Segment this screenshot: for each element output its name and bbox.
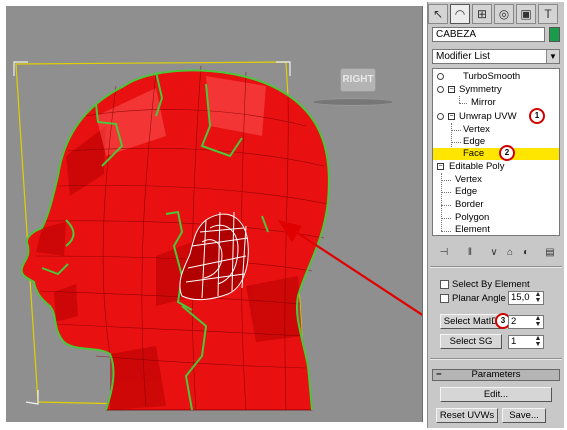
stack-item-label: Mirror [471, 97, 496, 108]
tree-line [441, 218, 451, 219]
pin-stack-icon[interactable]: ⊣ [436, 246, 452, 260]
stack-subitem-vertex[interactable]: Vertex [463, 124, 490, 136]
make-unique-icon[interactable]: ∨ [486, 246, 502, 260]
stack-item-label: TurboSmooth [463, 71, 521, 82]
command-panel-tabs: ↖ ◠ ⊞ ◎ ▣ T [428, 2, 564, 28]
stack-toolbar: ⊣ ‖ ∨ ⌂ ◐ ▤ [432, 244, 560, 262]
select-sg-button[interactable]: Select SG [440, 334, 502, 349]
stack-item-label: Vertex [455, 174, 482, 185]
max-workspace: RIGHT ↖ ◠ ⊞ ◎ ▣ T CABEZA Modifier List ▼… [0, 0, 567, 430]
remove-modifier-icon[interactable]: ⌂ [502, 246, 518, 260]
tree-line [441, 180, 451, 181]
collapse-icon[interactable]: − [448, 86, 455, 93]
utilities-tab-icon[interactable]: T [538, 4, 558, 24]
collapse-icon[interactable]: − [437, 163, 444, 170]
tree-line [441, 231, 451, 232]
tree-line [459, 103, 467, 104]
stack-subitem-element[interactable]: Element [455, 224, 490, 235]
stack-item-symmetry[interactable]: − Symmetry [433, 84, 559, 96]
create-tab-icon[interactable]: ↖ [428, 4, 448, 24]
head-shape [21, 70, 330, 411]
show-end-result-icon[interactable]: ‖ [462, 246, 478, 260]
motion-tab-icon[interactable]: ◎ [494, 4, 514, 24]
separator [430, 266, 562, 268]
matid-value: 2 [511, 316, 517, 327]
select-by-element-label: Select By Element [452, 279, 530, 290]
select-matid-button[interactable]: Select MatID [440, 314, 502, 329]
planar-angle-spinner[interactable]: 15,0 ▲ ▼ [508, 291, 544, 305]
tree-line [441, 205, 451, 206]
planar-angle-value: 15,0 [511, 292, 530, 303]
stack-item-label: Element [455, 224, 490, 235]
rollout-collapse-icon: − [436, 369, 442, 380]
matid-spinner[interactable]: 2 ▲ ▼ [508, 315, 544, 329]
collapse-icon[interactable]: − [448, 113, 455, 120]
tree-line [459, 96, 460, 103]
parameters-rollout-header[interactable]: − Parameters [432, 369, 560, 381]
lightbulb-icon[interactable] [437, 73, 444, 80]
stack-subitem-polygon[interactable]: Polygon [455, 212, 489, 224]
tree-line [441, 192, 451, 193]
stack-item-label: Edge [463, 136, 486, 147]
stack-item-label: Face [463, 148, 485, 159]
stack-subitem-edge[interactable]: Edge [455, 186, 477, 198]
stack-item-label: Polygon [455, 212, 490, 223]
callout-badge-1: 1 [529, 108, 545, 124]
spinner-arrows-icon[interactable]: ▲ ▼ [534, 315, 542, 328]
lightbulb-icon[interactable] [437, 113, 444, 120]
edit-uvw-button[interactable]: Edit... [440, 387, 552, 402]
viewcube-right-label[interactable]: RIGHT [340, 68, 376, 92]
stack-subitem-edge[interactable]: Edge [463, 136, 485, 148]
rollout-title: Parameters [471, 369, 521, 380]
tree-line [451, 142, 461, 143]
spinner-arrows-icon[interactable]: ▲ ▼ [534, 291, 542, 304]
stack-subitem-mirror[interactable]: Mirror [471, 97, 496, 109]
select-by-element-checkbox[interactable] [440, 280, 449, 289]
sg-spinner[interactable]: 1 ▲ ▼ [508, 335, 544, 349]
command-panel: ↖ ◠ ⊞ ◎ ▣ T CABEZA Modifier List ▼ Turbo… [427, 2, 564, 428]
viewport-right[interactable]: RIGHT [6, 6, 423, 422]
chevron-down-icon: ▼ [546, 50, 559, 63]
planar-angle-checkbox[interactable] [440, 294, 449, 303]
separator [430, 358, 562, 360]
sg-value: 1 [511, 336, 517, 347]
stack-item-label: Border [455, 199, 484, 210]
stack-subitem-border[interactable]: Border [455, 199, 484, 211]
stack-subitem-face-selected[interactable]: Face [433, 148, 559, 160]
hierarchy-tab-icon[interactable]: ⊞ [472, 4, 492, 24]
stack-item-turbosmooth[interactable]: TurboSmooth [433, 71, 559, 83]
configure-sets-icon[interactable]: ◐ [518, 246, 534, 260]
stack-item-label: Edge [455, 186, 478, 197]
save-uvw-button[interactable]: Save... [502, 408, 546, 423]
spinner-arrows-icon[interactable]: ▲ ▼ [534, 335, 542, 348]
modifier-list-label: Modifier List [436, 51, 490, 62]
stack-item-label: Unwrap UVW [459, 111, 517, 122]
object-color-swatch[interactable] [549, 27, 560, 42]
reset-uvws-button[interactable]: Reset UVWs [436, 408, 498, 423]
stack-item-label: Editable Poly [449, 161, 505, 172]
configure-modifier-icon[interactable]: ▤ [542, 246, 558, 260]
planar-angle-label: Planar Angle [452, 293, 506, 304]
display-tab-icon[interactable]: ▣ [516, 4, 536, 24]
modifier-list-dropdown[interactable]: Modifier List ▼ [432, 49, 560, 64]
object-name-field[interactable]: CABEZA [432, 27, 545, 42]
callout-badge-2: 2 [499, 145, 515, 161]
lightbulb-icon[interactable] [437, 86, 444, 93]
stack-item-label: Symmetry [459, 84, 502, 95]
stack-item-editable-poly[interactable]: − Editable Poly [433, 161, 559, 173]
viewcube-ring[interactable] [312, 98, 394, 106]
modify-tab-icon[interactable]: ◠ [450, 4, 470, 24]
tree-line [451, 130, 461, 131]
stack-subitem-vertex[interactable]: Vertex [455, 174, 482, 186]
modifier-stack[interactable]: TurboSmooth − Symmetry Mirror − Unwrap U… [432, 68, 560, 236]
stack-item-label: Vertex [463, 124, 490, 135]
tree-line [441, 173, 442, 231]
